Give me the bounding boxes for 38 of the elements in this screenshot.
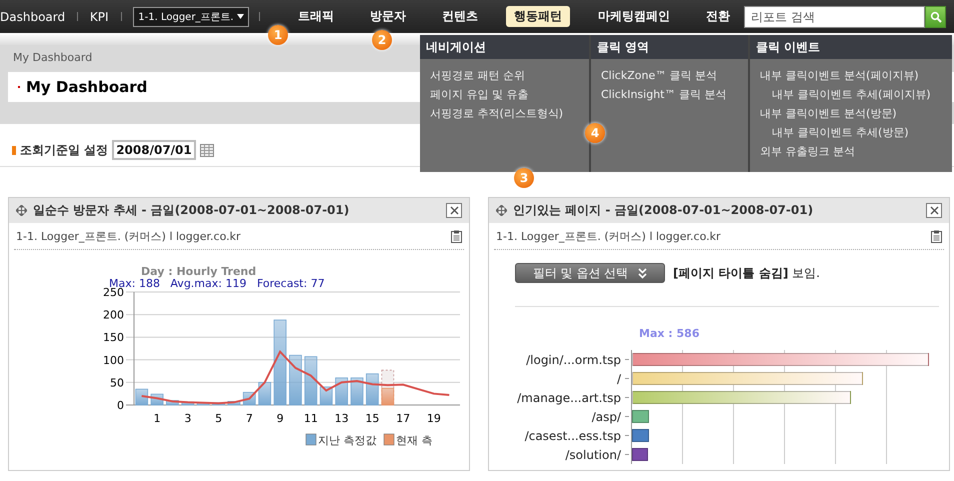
axis-label: 0	[117, 399, 124, 412]
axis-label: 100	[103, 354, 124, 367]
axis-label: 5	[215, 412, 222, 425]
site-info: 1-1. Logger_프론트. (커머스) l logger.co.kr	[16, 228, 241, 244]
axis-label: 13	[334, 412, 349, 425]
axis-label: 7	[246, 412, 253, 425]
date-label: 조회기준일 설정	[20, 142, 108, 158]
axis-label: 3	[184, 412, 192, 425]
page-path: /manage...art.tsp	[516, 390, 622, 404]
menu-heading: 클릭 이벤트	[750, 35, 952, 59]
axis-label: 17	[396, 412, 410, 425]
menu-heading: 네비게이션	[420, 35, 589, 59]
page-path: /	[616, 372, 622, 386]
legend-label: 지난 측정값	[318, 434, 376, 447]
axis-label: 250	[103, 286, 124, 299]
filter-note: [페이지 타이틀 숨김] 보임.	[673, 264, 820, 282]
page-path: /casest...ess.tsp	[524, 428, 622, 442]
max-label: Max : 586	[639, 327, 700, 340]
number-badge: 3	[514, 168, 534, 188]
axis-label: 9	[276, 412, 284, 425]
site-info: 1-1. Logger_프론트. (커머스) l logger.co.kr	[496, 228, 721, 244]
axis-label: 11	[304, 412, 318, 425]
axis-label: 1	[154, 412, 161, 425]
page-path: /solution/	[564, 448, 622, 462]
page-path: /asp/	[590, 410, 622, 424]
axis-label: 19	[426, 412, 441, 425]
axis-label: 200	[103, 308, 124, 322]
menu-heading: 클릭 영역	[591, 35, 748, 59]
breadcrumb-label: My Dashboard	[12, 50, 94, 66]
axis-label: 150	[103, 331, 124, 344]
axis-label: 50	[110, 376, 124, 390]
chart-title: Day : Hourly Trend	[141, 265, 256, 278]
legend-label: 현재 측	[396, 434, 432, 447]
axis-label: 15	[365, 412, 380, 425]
page-title: My Dashboard	[26, 78, 148, 96]
page-path: /login/...orm.tsp	[525, 352, 622, 366]
panel-title: 일순수 방문자 추세 - 금일(2008-07-01~2008-07-01)	[33, 202, 350, 219]
panel-title: 인기있는 페이지 - 금일(2008-07-01~2008-07-01)	[513, 202, 814, 219]
